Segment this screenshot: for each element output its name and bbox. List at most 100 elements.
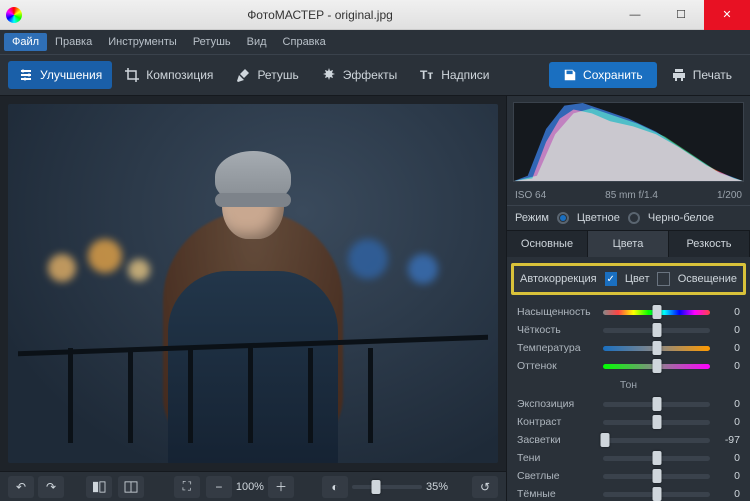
print-icon	[671, 67, 687, 83]
slider-track-contrast[interactable]	[603, 420, 710, 425]
zoom-in-button[interactable]: ＋	[268, 476, 294, 498]
save-button[interactable]: Сохранить	[549, 62, 657, 88]
app-window: ФотоМАСТЕР - original.jpg — ☐ ✕ ФайлПрав…	[0, 0, 750, 501]
tool-icon-4: Tт	[419, 67, 435, 83]
slider-value-contrast: 0	[718, 416, 740, 428]
photo-railing	[8, 343, 498, 443]
undo-button[interactable]: ↶	[8, 476, 34, 498]
slider-value-shadows: 0	[718, 452, 740, 464]
slider-value-clarity: 0	[718, 324, 740, 336]
slider-exposure: Экспозиция0	[517, 395, 740, 413]
maximize-button[interactable]: ☐	[658, 0, 704, 30]
slider-track-shadows[interactable]	[603, 456, 710, 461]
menu-bar: ФайлПравкаИнструментыРетушьВидСправка	[0, 30, 750, 54]
slider-track-clarity[interactable]	[603, 328, 710, 333]
slider-track-exposure[interactable]	[603, 402, 710, 407]
tool-icon-3	[321, 67, 337, 83]
image-canvas[interactable]	[8, 104, 498, 463]
mode-color-label: Цветное	[577, 212, 620, 224]
tab-sharp[interactable]: Резкость	[669, 231, 750, 257]
histogram	[513, 102, 744, 182]
menu-item-4[interactable]: Вид	[239, 33, 275, 51]
slider-saturation: Насыщенность0	[517, 303, 740, 321]
menu-item-2[interactable]: Инструменты	[100, 33, 185, 51]
tab-colors[interactable]: Цвета	[588, 231, 669, 257]
app-icon	[6, 7, 22, 23]
slider-label-temperature: Температура	[517, 342, 595, 354]
exif-lens: 85 mm f/1.4	[605, 190, 658, 201]
status-bar: ↶ ↷ ⛶ − 100% ＋ ◐ 35%	[0, 471, 506, 501]
mode-bw-label: Черно-белое	[648, 212, 714, 224]
autocorr-light-label: Освещение	[678, 273, 737, 285]
slider-label-highlights: Засветки	[517, 434, 595, 446]
tone-section-label: Тон	[517, 375, 740, 395]
slider-label-lights: Светлые	[517, 470, 595, 482]
slider-track-tint[interactable]	[603, 364, 710, 369]
tool-icon-1	[124, 67, 140, 83]
autocorr-color-check[interactable]: ✓	[605, 272, 617, 286]
tool-4[interactable]: TтНадписи	[409, 61, 499, 89]
print-label: Печать	[693, 68, 732, 82]
opacity-slider[interactable]	[352, 485, 422, 489]
fit-button[interactable]: ⛶	[174, 476, 200, 498]
slider-label-clarity: Чёткость	[517, 324, 595, 336]
tool-icon-0	[18, 67, 34, 83]
slider-highlights: Засветки -97	[517, 431, 740, 449]
tool-icon-2	[235, 67, 251, 83]
slider-track-lights[interactable]	[603, 474, 710, 479]
mode-color-radio[interactable]	[557, 212, 569, 224]
canvas-area: ↶ ↷ ⛶ − 100% ＋ ◐ 35%	[0, 96, 506, 501]
slider-value-saturation: 0	[718, 306, 740, 318]
menu-item-0[interactable]: Файл	[4, 33, 47, 51]
svg-text:Tт: Tт	[420, 68, 433, 82]
opacity-value: 35%	[426, 481, 448, 493]
redo-button[interactable]: ↷	[38, 476, 64, 498]
slider-lights: Светлые0	[517, 467, 740, 485]
original-toggle[interactable]	[86, 476, 112, 498]
mode-row: Режим Цветное Черно-белое	[507, 205, 750, 231]
compare-toggle[interactable]	[118, 476, 144, 498]
print-button[interactable]: Печать	[661, 61, 742, 89]
menu-item-5[interactable]: Справка	[275, 33, 334, 51]
menu-item-3[interactable]: Ретушь	[185, 33, 239, 51]
slider-value-temperature: 0	[718, 342, 740, 354]
autocorr-light-check[interactable]	[657, 272, 669, 286]
mode-label: Режим	[515, 212, 549, 224]
tool-2[interactable]: Ретушь	[225, 61, 308, 89]
slider-clarity: Чёткость 0	[517, 321, 740, 339]
sliders-area: Насыщенность0 Чёткость 0 Температура 0 Оттено…	[507, 301, 750, 501]
adjust-panel: ISO 64 85 mm f/1.4 1/200 Режим Цветное Ч…	[506, 96, 750, 501]
slider-temperature: Температура 0	[517, 339, 740, 357]
adjust-tabs: Основные Цвета Резкость	[507, 231, 750, 257]
autocorrection-row: Автокоррекция ✓ Цвет Освещение	[511, 263, 746, 295]
tab-primary[interactable]: Основные	[507, 231, 588, 257]
zoom-value: 100%	[236, 481, 264, 493]
tool-row: УлучшенияКомпозицияРетушьЭффектыTтНадпис…	[8, 61, 500, 89]
slider-value-highlights: -97	[718, 434, 740, 446]
slider-label-shadows: Тени	[517, 452, 595, 464]
zoom-out-button[interactable]: −	[206, 476, 232, 498]
slider-shadows: Тени 0	[517, 449, 740, 467]
close-button[interactable]: ✕	[704, 0, 750, 30]
autocorr-label: Автокоррекция	[520, 273, 597, 285]
slider-track-darks[interactable]	[603, 492, 710, 497]
menu-item-1[interactable]: Правка	[47, 33, 100, 51]
window-title: ФотоМАСТЕР - original.jpg	[28, 8, 612, 22]
exif-row: ISO 64 85 mm f/1.4 1/200	[507, 188, 750, 205]
tool-0[interactable]: Улучшения	[8, 61, 112, 89]
slider-track-saturation[interactable]	[603, 310, 710, 315]
mode-bw-radio[interactable]	[628, 212, 640, 224]
slider-value-tint: 0	[718, 360, 740, 372]
minimize-button[interactable]: —	[612, 0, 658, 30]
title-bar: ФотоМАСТЕР - original.jpg — ☐ ✕	[0, 0, 750, 30]
tool-3[interactable]: Эффекты	[311, 61, 408, 89]
window-buttons: — ☐ ✕	[612, 0, 750, 30]
autocorr-color-label: Цвет	[625, 273, 650, 285]
exif-iso: ISO 64	[515, 190, 546, 201]
slider-track-temperature[interactable]	[603, 346, 710, 351]
opacity-toggle[interactable]: ◐	[322, 476, 348, 498]
reset-button[interactable]: ↺	[472, 476, 498, 498]
tool-1[interactable]: Композиция	[114, 61, 223, 89]
slider-label-tint: Оттенок	[517, 360, 595, 372]
slider-track-highlights[interactable]	[603, 438, 710, 443]
